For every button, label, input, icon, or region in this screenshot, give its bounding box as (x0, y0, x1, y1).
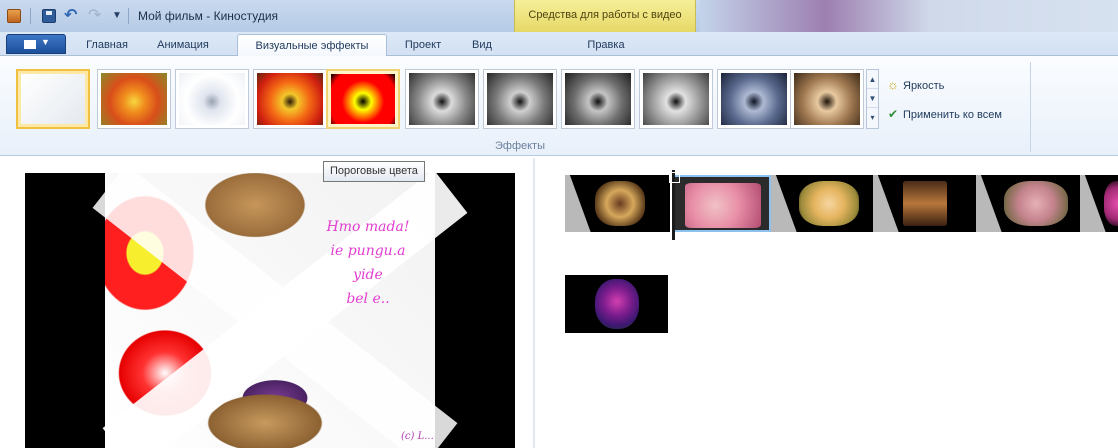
chevron-down-icon: ▼ (41, 37, 50, 47)
transition-marker (771, 175, 801, 232)
undo-icon[interactable]: ↶ (64, 8, 78, 24)
effect-grayscale-thumb[interactable] (405, 69, 479, 129)
title-bar: ↶ ↷ ▼ Мой фильм - Киностудия Средства дл… (0, 0, 1118, 32)
storyboard-clip[interactable] (565, 275, 668, 333)
preview-signature: (c) L... (401, 431, 434, 442)
effect-grayscale-3-thumb[interactable] (561, 69, 635, 129)
effect-grayscale-2-thumb[interactable] (483, 69, 557, 129)
window-title: Мой фильм - Киностудия (138, 9, 279, 23)
transition-marker (976, 175, 1006, 232)
apply-all-icon: ✔ (887, 107, 899, 121)
redo-icon[interactable]: ↷ (88, 8, 102, 24)
save-icon[interactable] (42, 9, 56, 23)
effects-group-label: Эффекты (494, 140, 545, 152)
sun-icon: ☼ (887, 77, 899, 92)
app-icon[interactable] (7, 9, 21, 23)
effect-blur-thumb[interactable] (97, 69, 171, 129)
apply-to-all-button[interactable]: ✔ Применить ко всем (886, 107, 1002, 121)
video-preview[interactable]: Hmo mada! ie pungu.a yide bel e.. (c) L.… (25, 173, 515, 448)
customize-qat-icon[interactable]: ▼ (112, 9, 126, 23)
tab-project[interactable]: Проект (398, 36, 448, 56)
effect-none-thumb[interactable] (16, 69, 90, 129)
effects-gallery-scroll[interactable]: ▲ ▼ ▾ (866, 69, 879, 129)
clip-thumbnail (595, 279, 639, 329)
gallery-down-icon[interactable]: ▼ (867, 89, 878, 108)
storyboard-clip[interactable] (771, 175, 873, 232)
gallery-up-icon[interactable]: ▲ (867, 70, 878, 89)
tab-view[interactable]: Вид (466, 36, 498, 56)
tab-animation[interactable]: Анимация (148, 36, 218, 56)
document-icon (24, 40, 36, 49)
preview-overlay-text: Hmo mada! ie pungu.a yide bel e.. (326, 219, 410, 307)
effect-threshold-thumb[interactable] (326, 69, 400, 129)
storyboard-clip-selected[interactable] (673, 175, 771, 232)
brightness-button[interactable]: ☼ Яркость (886, 77, 944, 92)
tab-edit[interactable]: Правка (578, 36, 634, 56)
file-menu-button[interactable]: ▼ (6, 34, 66, 54)
transition-marker (873, 175, 903, 232)
storyboard-clip[interactable] (976, 175, 1080, 232)
gallery-more-icon[interactable]: ▾ (867, 108, 878, 127)
video-tools-context-header: Средства для работы с видео (514, 0, 696, 32)
effect-tooltip: Пороговые цвета (323, 161, 425, 182)
qat-separator (30, 8, 31, 24)
transition-marker (565, 175, 595, 232)
effect-grayscale-4-thumb[interactable] (639, 69, 713, 129)
ribbon-tab-row: ▼ Главная Анимация Визуальные эффекты Пр… (0, 32, 1118, 88)
brightness-label: Яркость (903, 80, 945, 92)
effect-warm-thumb[interactable] (253, 69, 327, 129)
effect-edge-thumb[interactable] (175, 69, 249, 129)
tab-visual-effects[interactable]: Визуальные эффекты (237, 34, 387, 57)
qat-separator (128, 8, 129, 24)
effect-blue-thumb[interactable] (717, 69, 791, 129)
playback-position-marker[interactable] (669, 170, 680, 240)
storyboard-clip[interactable] (1080, 175, 1118, 232)
pane-divider[interactable] (533, 158, 535, 448)
effect-sepia-thumb[interactable] (790, 69, 864, 129)
storyboard-clip[interactable] (565, 175, 670, 232)
title-bar-background (700, 0, 1118, 32)
group-separator (1030, 62, 1031, 152)
apply-all-label: Применить ко всем (903, 109, 1002, 121)
storyboard-clip[interactable] (873, 175, 976, 232)
tab-home[interactable]: Главная (82, 36, 132, 56)
